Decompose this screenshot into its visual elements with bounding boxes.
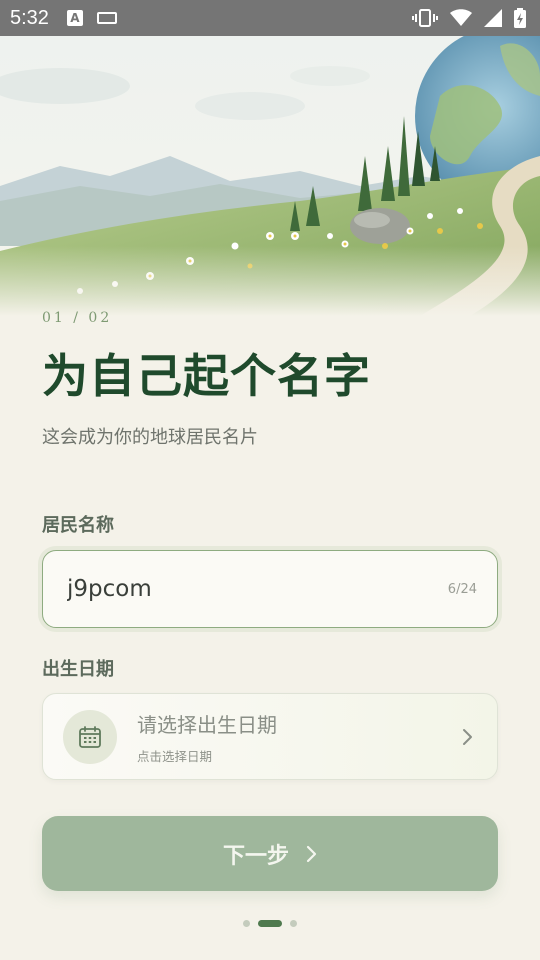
- char-counter: 6/24: [447, 581, 477, 597]
- birth-date-hint: 点击选择日期: [137, 748, 213, 764]
- chevron-right-icon: [463, 728, 472, 745]
- cell-signal-icon: [484, 9, 502, 27]
- hero-illustration: [0, 36, 540, 316]
- name-field-label: 居民名称: [42, 515, 114, 536]
- wifi-icon: [450, 9, 472, 26]
- next-button[interactable]: 下一步: [42, 816, 498, 891]
- next-button-label: 下一步: [222, 843, 289, 869]
- birth-date-placeholder: 请选择出生日期: [137, 712, 277, 737]
- birth-date-label: 出生日期: [42, 659, 114, 680]
- a-box-icon: A: [66, 10, 83, 26]
- battery-charging-icon: [514, 8, 526, 28]
- chevron-right-icon: [306, 845, 317, 862]
- page-indicator: [0, 918, 540, 928]
- page-dot: [243, 919, 250, 927]
- keyboard-icon: [96, 12, 117, 24]
- page-subtitle: 这会成为你的地球居民名片: [42, 427, 258, 448]
- status-bar: 5:32 A: [0, 0, 540, 36]
- name-input[interactable]: [67, 576, 448, 602]
- page-dot-active: [258, 919, 282, 927]
- step-indicator: 01 / 02: [42, 310, 113, 326]
- page-title: 为自己起个名字: [42, 349, 371, 403]
- calendar-icon-badge: [63, 709, 117, 764]
- vibrate-icon: [412, 9, 438, 27]
- birth-date-picker[interactable]: 请选择出生日期 点击选择日期: [42, 693, 498, 780]
- status-time: 5:32: [10, 6, 49, 29]
- page-dot: [290, 919, 297, 927]
- calendar-icon: [79, 725, 101, 748]
- name-field[interactable]: 6/24: [42, 550, 498, 628]
